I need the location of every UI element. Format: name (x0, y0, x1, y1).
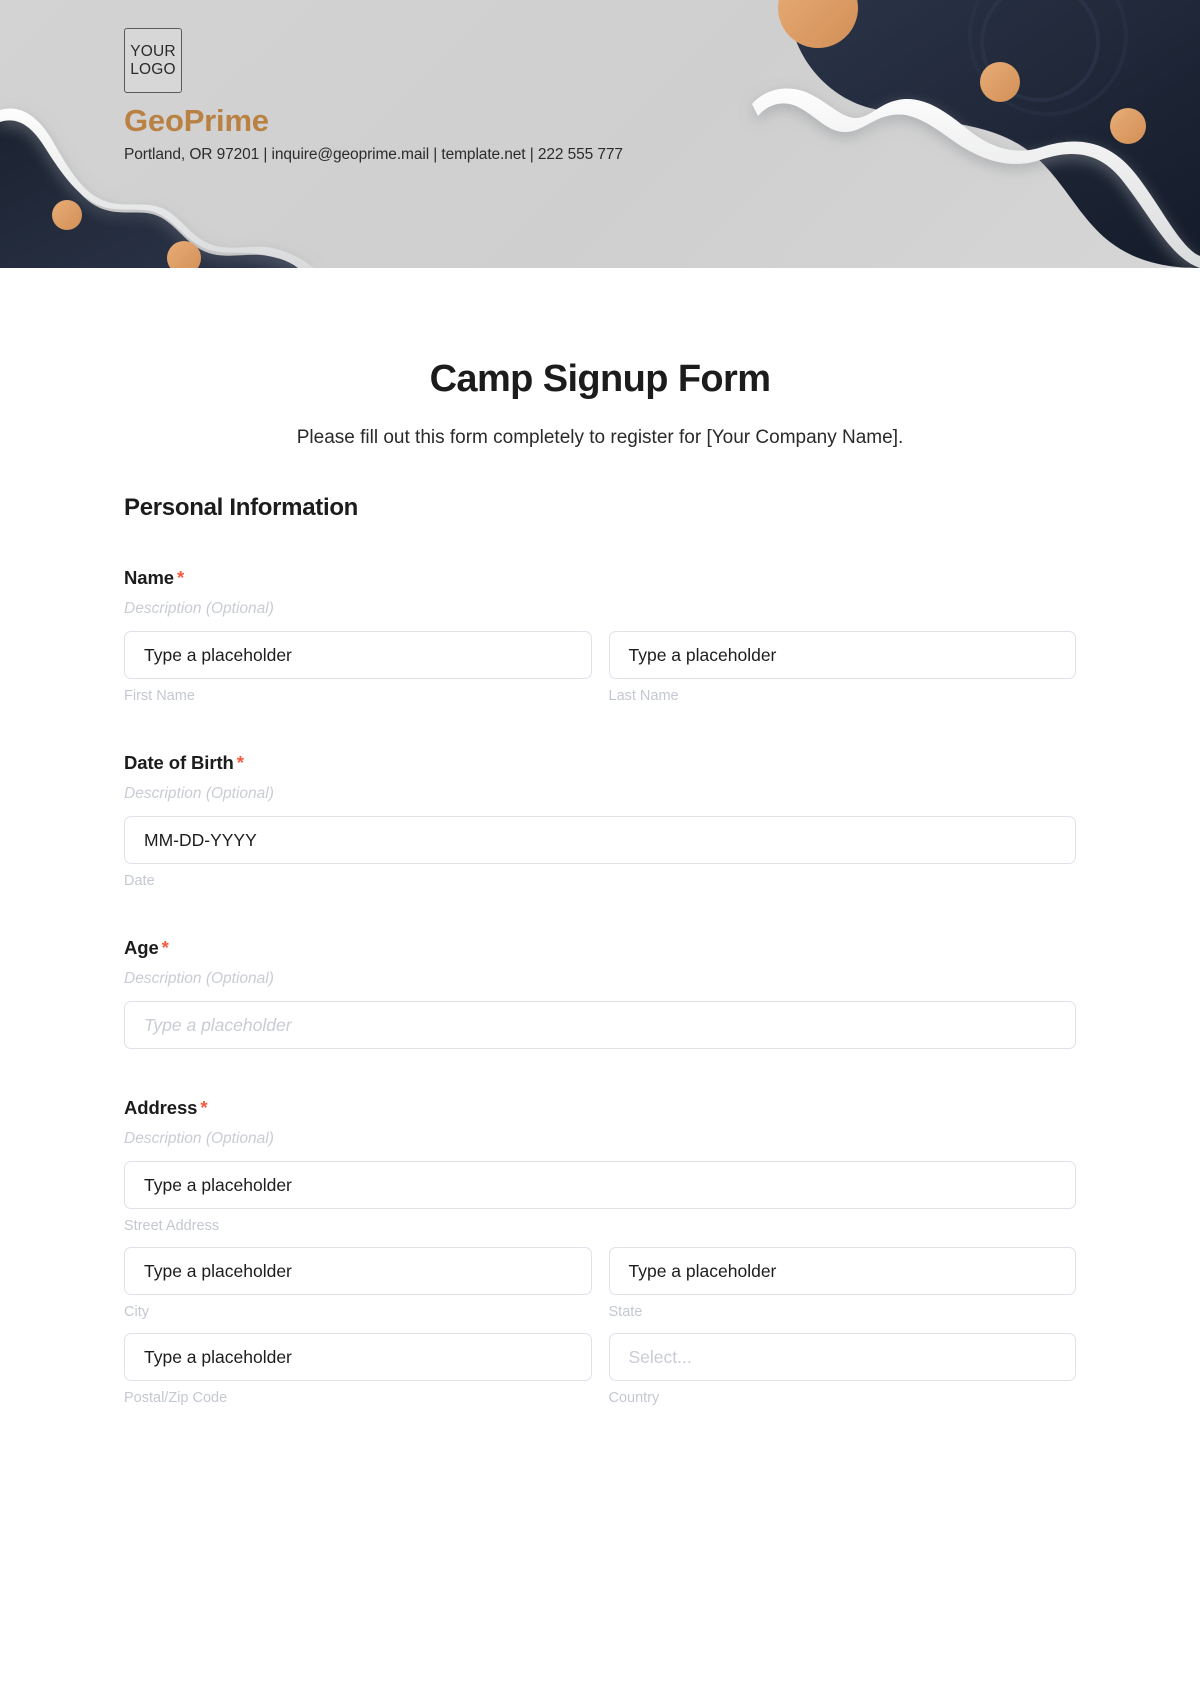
last-name-input[interactable]: Type a placeholder (608, 631, 1076, 679)
field-label: Age (124, 937, 159, 958)
required-asterisk: * (236, 752, 244, 773)
postal-zip-code-input[interactable]: Type a placeholder (124, 1333, 592, 1381)
field-description: Description (Optional) (124, 600, 274, 617)
sub-label-country: Country (608, 1390, 660, 1406)
brand-block: YOUR LOGO GeoPrime Portland, OR 97201 | … (124, 28, 623, 164)
input-col-street-address: Type a placeholder (124, 1161, 1076, 1209)
field-description: Description (Optional) (124, 1130, 274, 1147)
input-col-date: MM-DD-YYYY (124, 816, 1076, 864)
street-address-input[interactable]: Type a placeholder (124, 1161, 1076, 1209)
field-label-row: Name * (124, 567, 1076, 589)
field-address: Address * Description (Optional) Type a p… (124, 1097, 1076, 1406)
input-row-city-state: Type a placeholder Type a placeholder (124, 1247, 1076, 1295)
logo-line-1: YOUR (130, 43, 176, 61)
field-label: Address (124, 1097, 198, 1118)
input-col-last-name: Type a placeholder (608, 631, 1076, 679)
form-body: Camp Signup Form Please fill out this fo… (0, 358, 1200, 1406)
sub-label-date: Date (124, 873, 155, 889)
input-row-street: Type a placeholder (124, 1161, 1076, 1209)
section-heading-personal-information: Personal Information (124, 494, 359, 521)
date-of-birth-input[interactable]: MM-DD-YYYY (124, 816, 1076, 864)
logo-line-2: LOGO (130, 60, 176, 78)
input-col-city: Type a placeholder (124, 1247, 592, 1295)
sub-label-first-name: First Name (124, 688, 195, 704)
field-label: Name (124, 567, 174, 588)
age-input[interactable]: Type a placeholder (124, 1001, 1076, 1049)
input-col-age: Type a placeholder (124, 1001, 1076, 1049)
input-col-first-name: Type a placeholder (124, 631, 592, 679)
first-name-input[interactable]: Type a placeholder (124, 631, 592, 679)
brand-name: GeoPrime (124, 103, 269, 138)
field-date-of-birth: Date of Birth * Description (Optional) MM… (124, 752, 1076, 889)
sub-label-state: State (608, 1304, 643, 1320)
field-age: Age * Description (Optional) Type a place… (124, 937, 1076, 1049)
page-title: Camp Signup Form (429, 358, 771, 400)
city-input[interactable]: Type a placeholder (124, 1247, 592, 1295)
field-label-row: Date of Birth * (124, 752, 1076, 774)
input-col-state: Type a placeholder (608, 1247, 1076, 1295)
field-label-row: Address * (124, 1097, 1076, 1119)
logo-placeholder: YOUR LOGO (124, 28, 182, 93)
sub-label-postal-zip-code: Postal/Zip Code (124, 1390, 228, 1406)
sub-label-row-postal-country: Postal/Zip Code Country (124, 1381, 1076, 1406)
field-name: Name * Description (Optional) Type a plac… (124, 567, 1076, 704)
required-asterisk: * (161, 937, 169, 958)
field-description: Description (Optional) (124, 970, 274, 987)
input-row: Type a placeholder (124, 1001, 1076, 1049)
input-row: Type a placeholder Type a placeholder (124, 631, 1076, 679)
input-col-postal-code: Type a placeholder (124, 1333, 592, 1381)
required-asterisk: * (177, 567, 185, 588)
input-row-postal-country: Type a placeholder Select... (124, 1333, 1076, 1381)
field-description: Description (Optional) (124, 785, 274, 802)
required-asterisk: * (200, 1097, 208, 1118)
sub-label-row: First Name Last Name (124, 679, 1076, 704)
page-header: YOUR LOGO GeoPrime Portland, OR 97201 | … (0, 0, 1200, 268)
state-input[interactable]: Type a placeholder (608, 1247, 1076, 1295)
sub-label-city: City (124, 1304, 149, 1320)
page-subtitle: Please fill out this form completely to … (296, 427, 904, 448)
input-row: MM-DD-YYYY (124, 816, 1076, 864)
sub-label-street-address: Street Address (124, 1218, 220, 1234)
country-select[interactable]: Select... (608, 1333, 1076, 1381)
brand-contact-line: Portland, OR 97201 | inquire@geoprime.ma… (124, 146, 623, 163)
input-col-country: Select... (608, 1333, 1076, 1381)
sub-label-last-name: Last Name (608, 688, 679, 704)
field-label: Date of Birth (124, 752, 234, 773)
field-label-row: Age * (124, 937, 1076, 959)
sub-label-row-city-state: City State (124, 1295, 1076, 1320)
